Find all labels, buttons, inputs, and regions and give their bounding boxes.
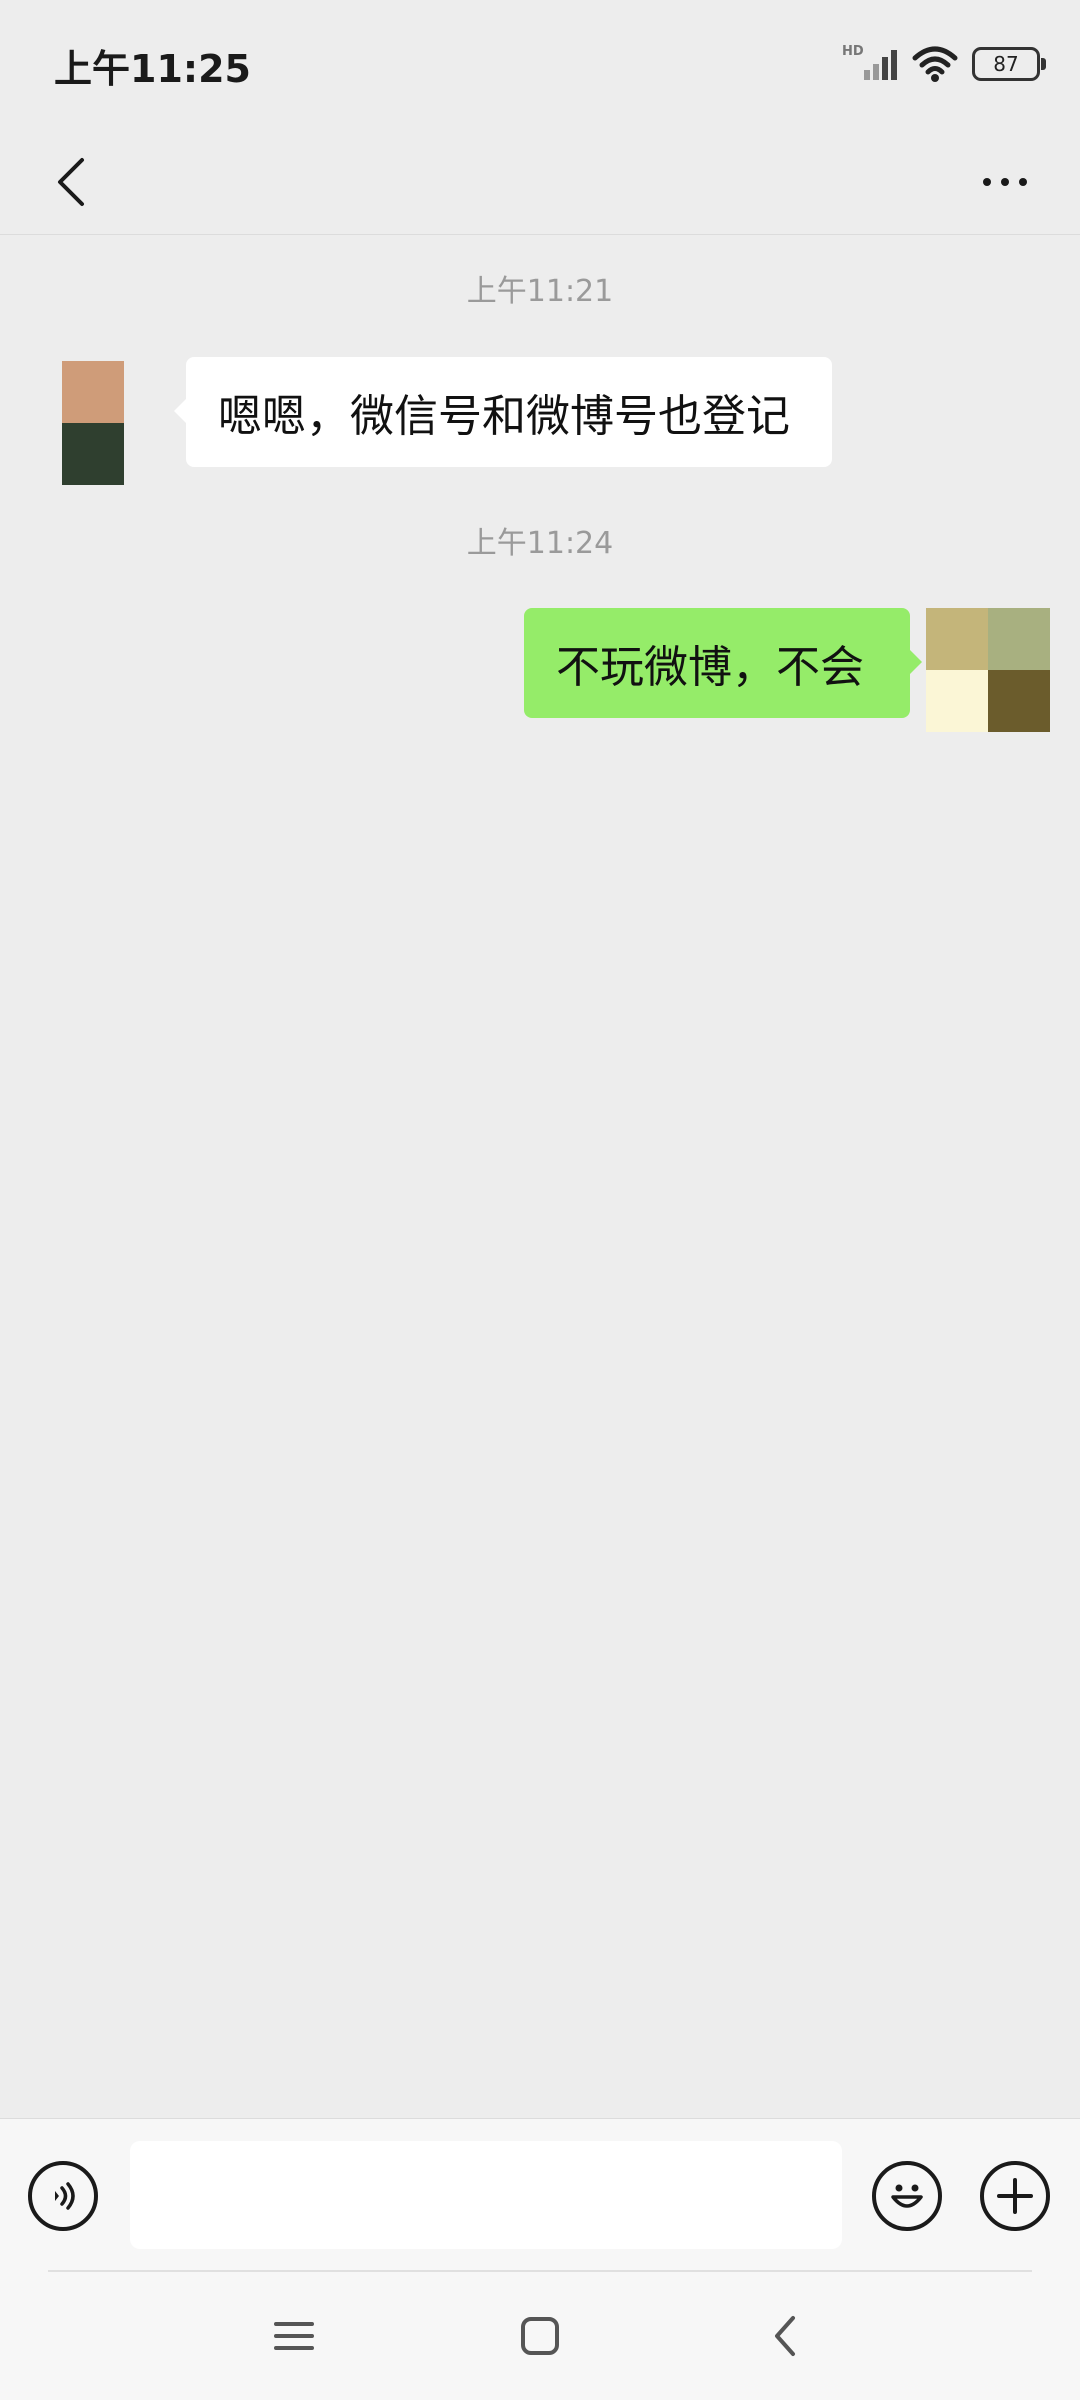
nav-home-button[interactable] <box>500 2296 580 2376</box>
back-icon <box>775 2316 795 2356</box>
plus-icon <box>997 2178 1033 2214</box>
incoming-message-bubble[interactable]: 嗯嗯，微信号和微博号也登记 <box>174 357 832 467</box>
nav-menu-button[interactable] <box>254 2296 334 2376</box>
back-chevron-icon <box>58 158 84 206</box>
emoji-icon <box>891 2184 923 2208</box>
chat-title-bar <box>0 130 1080 235</box>
signal-icon: HD <box>842 44 898 84</box>
voice-icon <box>55 2182 75 2210</box>
emoji-button[interactable] <box>872 2161 942 2231</box>
my-avatar[interactable] <box>926 608 1050 732</box>
more-options-button[interactable] <box>960 140 1050 224</box>
status-time: 上午11:25 <box>54 47 251 91</box>
contact-avatar[interactable] <box>62 361 124 485</box>
voice-input-button[interactable] <box>28 2161 98 2231</box>
battery-level: 87 <box>993 52 1019 76</box>
battery-icon: 87 <box>972 47 1046 81</box>
status-icons: HD 87 <box>842 42 1046 86</box>
status-bar: 上午11:25 HD 87 <box>0 0 1080 130</box>
message-timestamp: 上午11:24 <box>466 526 614 561</box>
back-button[interactable] <box>30 140 110 224</box>
outgoing-message-bubble[interactable]: 不玩微博，不会 <box>524 608 922 718</box>
incoming-message-text: 嗯嗯，微信号和微博号也登记 <box>218 391 790 442</box>
nav-back-button[interactable] <box>746 2296 826 2376</box>
menu-icon <box>274 2322 314 2350</box>
outgoing-message-text: 不玩微博，不会 <box>556 642 864 693</box>
message-timestamp: 上午11:21 <box>466 274 614 309</box>
wifi-icon <box>912 44 958 84</box>
input-bar <box>0 2118 1080 2273</box>
more-dots-icon <box>983 178 1027 186</box>
system-nav-bar <box>0 2272 1080 2400</box>
message-input[interactable] <box>130 2141 842 2249</box>
more-functions-button[interactable] <box>980 2161 1050 2231</box>
home-icon <box>521 2317 559 2355</box>
